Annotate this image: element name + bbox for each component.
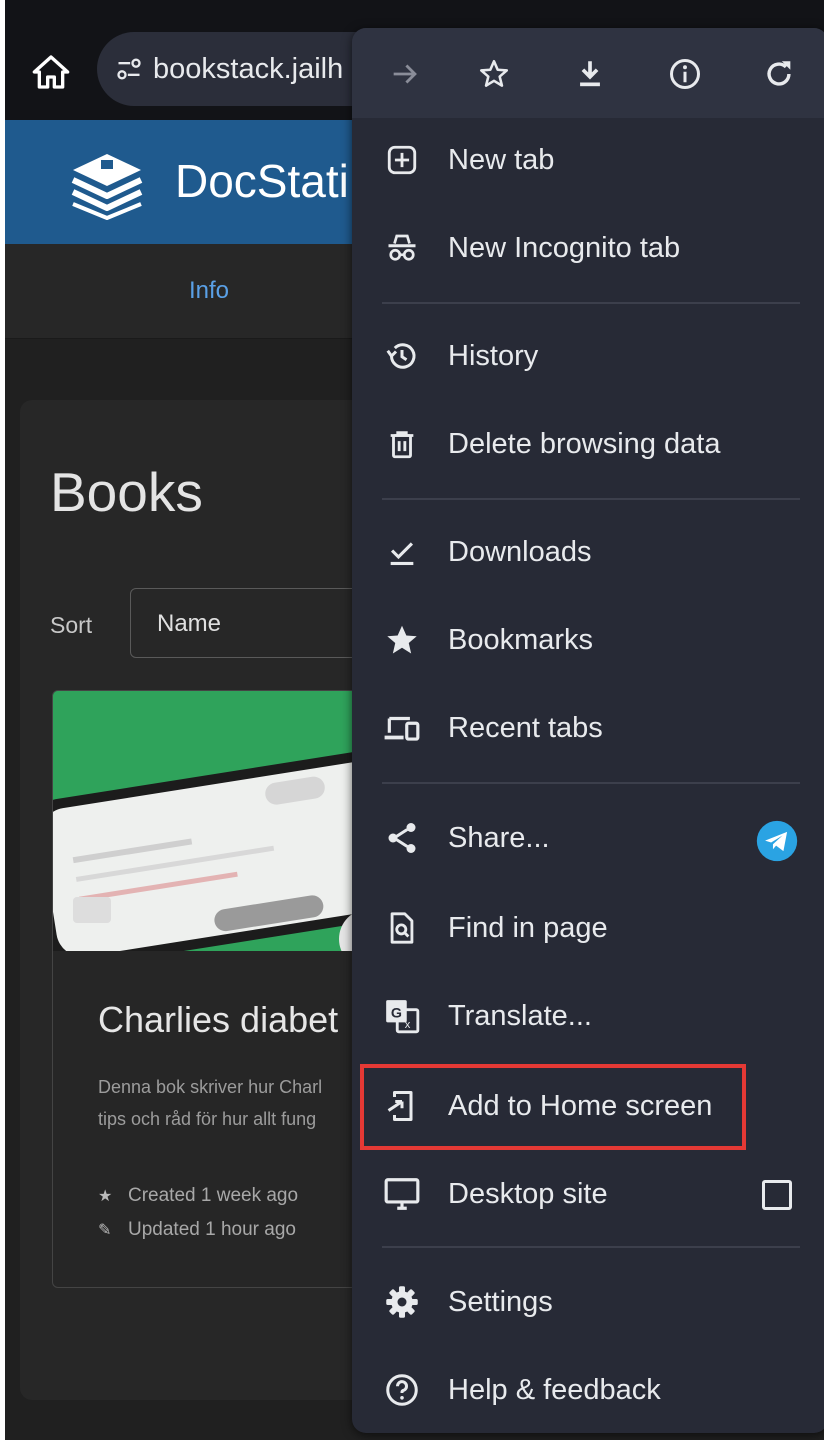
menu-toolbar [352,28,824,118]
browser-screen: bookstack.jailh DocStati Info Books Sort… [5,0,824,1440]
page-title: Books [50,461,203,523]
share-icon [382,818,422,858]
help-icon [382,1370,422,1410]
menu-item-new-incognito-tab[interactable]: New Incognito tab [352,204,824,292]
star-icon: ★ [98,1188,113,1205]
updated-text: Updated 1 hour ago [128,1219,296,1240]
desktop-site-checkbox[interactable] [762,1180,792,1210]
created-text: Created 1 week ago [128,1185,299,1206]
star-filled-icon [382,620,422,660]
menu-item-label: Bookmarks [448,624,594,656]
incognito-icon [382,228,422,268]
menu-divider [382,782,800,784]
menu-item-recent-tabs[interactable]: Recent tabs [352,684,824,772]
find-in-page-icon [382,908,422,948]
menu-item-label: Settings [448,1286,553,1318]
menu-item-label: Delete browsing data [448,428,721,460]
svg-text:x: x [405,1019,411,1031]
menu-item-desktop-site[interactable]: Desktop site [352,1150,824,1238]
forward-icon[interactable] [382,51,428,97]
telegram-share-icon[interactable] [755,819,799,863]
menu-item-label: Downloads [448,536,592,568]
menu-item-history[interactable]: History [352,312,824,400]
gear-icon [382,1282,422,1322]
overflow-menu: New tab New Incognito tab History Delete… [352,28,824,1433]
menu-item-label: Translate... [448,1000,592,1032]
menu-item-label: Recent tabs [448,712,603,744]
download-icon[interactable] [567,51,613,97]
trash-icon [382,424,422,464]
highlight-box [360,1064,746,1150]
site-name[interactable]: DocStati [175,154,349,208]
book-meta: ★ Created 1 week ago ✎ Updated 1 hour ago [98,1179,298,1247]
tab-info[interactable]: Info [189,277,229,305]
menu-item-find-in-page[interactable]: Find in page [352,884,824,972]
bookstack-logo-icon[interactable] [67,148,147,225]
bookmark-star-icon[interactable] [471,51,517,97]
menu-item-label: Find in page [448,912,608,944]
home-button[interactable] [27,48,75,96]
site-settings-icon[interactable] [115,55,143,83]
history-icon [382,336,422,376]
devices-icon [382,708,422,748]
download-done-icon [382,532,422,572]
menu-item-help-feedback[interactable]: Help & feedback [352,1346,824,1434]
desktop-icon [382,1174,422,1214]
menu-item-bookmarks[interactable]: Bookmarks [352,596,824,684]
updated-row: ✎ Updated 1 hour ago [98,1213,298,1247]
translate-icon: Gx [382,996,422,1036]
menu-divider [382,1246,800,1248]
created-row: ★ Created 1 week ago [98,1179,298,1213]
menu-item-label: Help & feedback [448,1374,661,1406]
menu-item-translate[interactable]: Gx Translate... [352,972,824,1060]
add-box-icon [382,140,422,180]
menu-item-label: New tab [448,144,555,176]
menu-item-downloads[interactable]: Downloads [352,508,824,596]
menu-divider [382,302,800,304]
home-icon [32,55,70,89]
menu-item-delete-browsing-data[interactable]: Delete browsing data [352,400,824,488]
info-icon[interactable] [662,51,708,97]
menu-item-label: Share... [448,822,550,854]
sort-select-value: Name [157,610,222,637]
reload-icon[interactable] [756,51,802,97]
menu-item-label: Desktop site [448,1178,608,1210]
menu-item-label: New Incognito tab [448,232,681,264]
svg-text:G: G [391,1006,402,1022]
menu-item-new-tab[interactable]: New tab [352,116,824,204]
menu-item-label: History [448,340,539,372]
book-title[interactable]: Charlies diabet [98,999,338,1041]
sort-label: Sort [50,612,93,638]
menu-divider [382,498,800,500]
url-text: bookstack.jailh [153,52,344,85]
menu-item-settings[interactable]: Settings [352,1258,824,1346]
menu-item-share[interactable]: Share... [352,794,824,882]
pencil-icon: ✎ [98,1222,112,1239]
